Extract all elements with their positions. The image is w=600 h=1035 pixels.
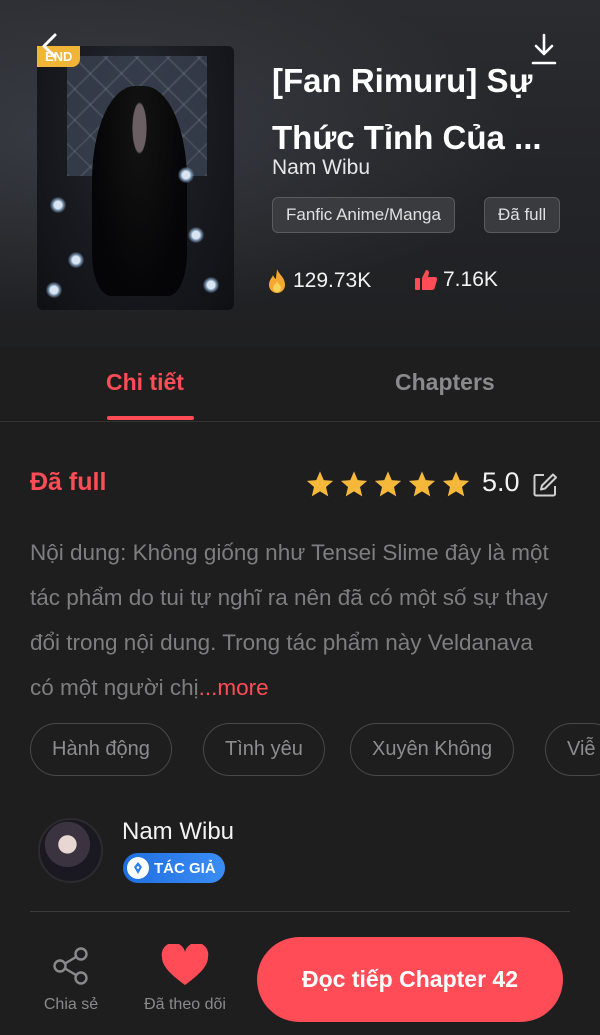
share-label: Chia sẻ — [43, 996, 99, 1013]
lily-decoration — [177, 166, 195, 184]
views-count: 129.73K — [293, 269, 372, 292]
tab-bar: Chi tiết Chapters — [0, 347, 600, 422]
thumbs-up-icon — [415, 270, 438, 290]
edit-icon — [533, 473, 557, 497]
status-tag[interactable]: Đã full — [484, 197, 561, 233]
cover-image[interactable] — [37, 46, 234, 310]
completion-status: Đã full — [30, 468, 107, 496]
heart-icon — [161, 942, 209, 985]
views-stat: 129.73K — [265, 267, 371, 295]
star-icon — [340, 471, 368, 497]
category-tag[interactable]: Fanfic Anime/Manga — [272, 197, 455, 233]
story-description[interactable]: Nội dung: Không giống như Tensei Slime đ… — [30, 530, 560, 710]
chevron-left-icon — [42, 33, 57, 59]
rate-button[interactable] — [532, 472, 558, 502]
description-text: Nội dung: Không giống như Tensei Slime đ… — [30, 540, 549, 700]
share-icon — [53, 947, 88, 985]
star-icon — [374, 471, 402, 497]
likes-stat: 7.16K — [413, 267, 498, 293]
lily-decoration — [49, 196, 67, 214]
likes-count: 7.16K — [443, 268, 498, 291]
active-tab-indicator — [107, 416, 194, 420]
cover-character-art — [92, 86, 187, 296]
lily-decoration — [187, 226, 205, 244]
rating-value: 5.0 — [482, 467, 520, 497]
tab-chapters[interactable]: Chapters — [395, 369, 495, 396]
star-icon — [306, 471, 334, 497]
fire-icon — [269, 269, 285, 293]
author-badge: TÁC GIẢ — [123, 853, 225, 883]
author-avatar[interactable] — [38, 818, 103, 883]
download-button[interactable] — [528, 32, 560, 68]
star-rating[interactable] — [305, 470, 471, 499]
continue-reading-button[interactable]: Đọc tiếp Chapter 42 — [257, 937, 563, 1022]
genre-tag[interactable]: Tình yêu — [203, 723, 325, 776]
share-button[interactable]: Chia sẻ — [34, 944, 108, 1014]
download-icon — [531, 33, 557, 65]
back-button[interactable] — [36, 30, 68, 62]
more-link[interactable]: ...more — [199, 675, 269, 700]
star-icon — [442, 471, 470, 497]
lily-decoration — [202, 276, 220, 294]
lily-decoration — [45, 281, 63, 299]
lily-decoration — [67, 251, 85, 269]
follow-button[interactable]: Đã theo dõi — [135, 942, 235, 1014]
genre-tag[interactable]: Viễ — [545, 723, 600, 776]
follow-label: Đã theo dõi — [144, 996, 226, 1013]
story-author[interactable]: Nam Wibu — [272, 156, 370, 180]
author-name[interactable]: Nam Wibu — [122, 818, 234, 846]
pen-icon — [127, 857, 149, 879]
story-title: [Fan Rimuru] Sự Thức Tỉnh Của ... — [272, 62, 542, 156]
divider — [30, 911, 570, 912]
genre-tag[interactable]: Xuyên Không — [350, 723, 515, 776]
star-icon — [408, 471, 436, 497]
story-header: END [Fan Rimuru] Sự Thức Tỉnh Của ... Na… — [0, 0, 600, 347]
bottom-action-bar: Chia sẻ Đã theo dõi Đọc tiếp Chapter 42 — [0, 922, 600, 1035]
tab-details[interactable]: Chi tiết — [106, 369, 184, 396]
author-badge-label: TÁC GIẢ — [154, 859, 216, 877]
genre-tag[interactable]: Hành động — [30, 723, 172, 776]
